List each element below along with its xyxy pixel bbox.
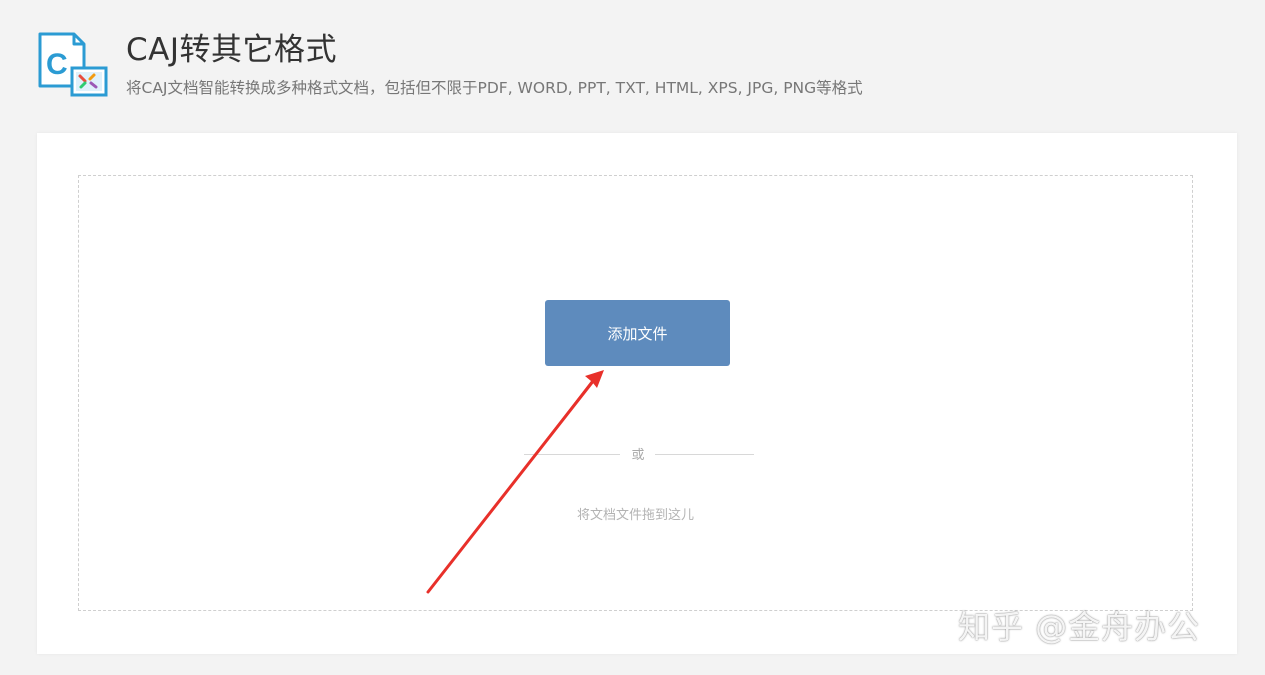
file-drop-zone[interactable]: 添加文件 或 将文档文件拖到这儿 bbox=[78, 175, 1193, 611]
or-divider-right bbox=[655, 454, 754, 455]
or-label: 或 bbox=[631, 448, 645, 463]
upload-panel: 添加文件 或 将文档文件拖到这儿 bbox=[37, 133, 1237, 654]
watermark-text: 知乎 @金舟办公 bbox=[958, 608, 1201, 646]
page-subtitle: 将CAJ文档智能转换成多种格式文档，包括但不限于PDF, WORD, PPT, … bbox=[126, 79, 863, 97]
page-title: CAJ转其它格式 bbox=[126, 32, 337, 68]
or-divider-left bbox=[524, 454, 620, 455]
drag-hint: 将文档文件拖到这儿 bbox=[576, 508, 694, 523]
caj-convert-logo-icon: C bbox=[36, 30, 110, 98]
add-file-button[interactable]: 添加文件 bbox=[545, 300, 730, 366]
svg-text:C: C bbox=[46, 48, 68, 81]
page-header: C CAJ转其它格式 将CAJ文档智能转换成多种格式文档，包括但不限于PDF, … bbox=[0, 0, 1265, 120]
